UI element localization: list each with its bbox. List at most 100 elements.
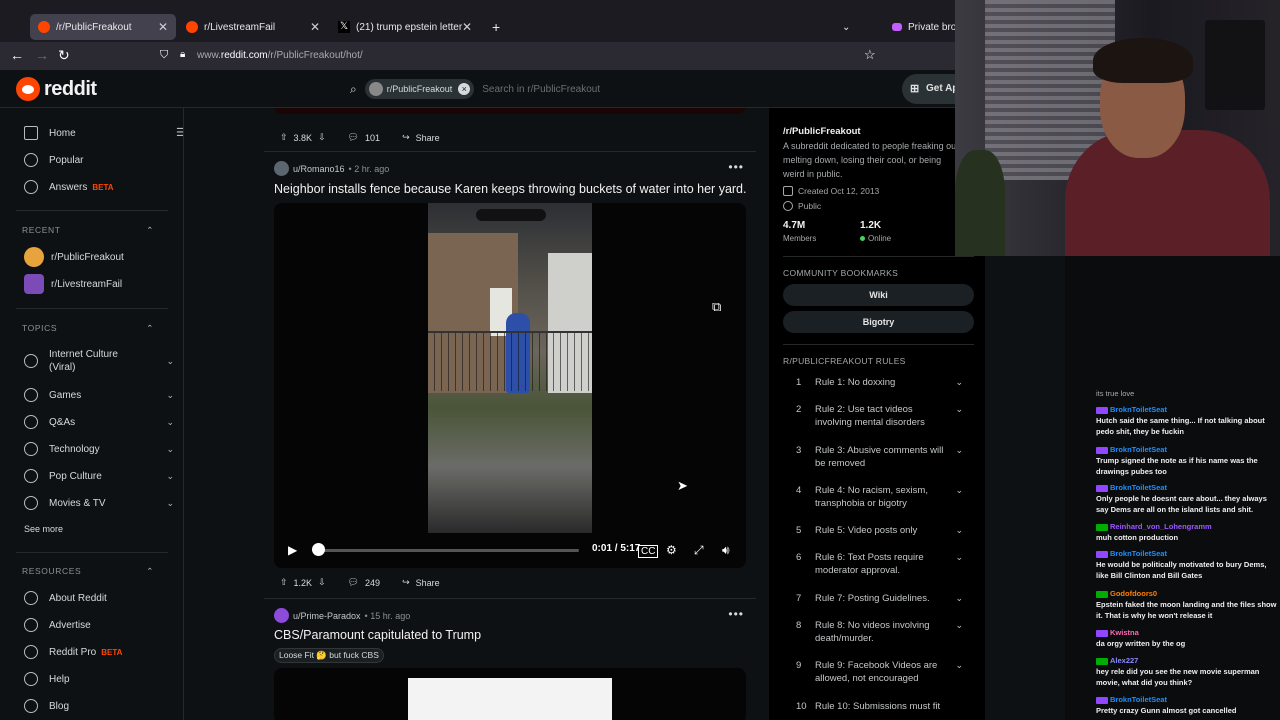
divider <box>16 210 168 211</box>
comment-icon[interactable]: 💬︎ <box>348 577 359 588</box>
sidebar-item-reddit-pro[interactable]: Reddit Pro BETA <box>24 645 174 659</box>
share-button[interactable]: Share <box>416 133 440 143</box>
clear-chip-icon[interactable]: × <box>458 83 471 95</box>
bookmark-wiki-button[interactable]: Wiki <box>783 284 974 306</box>
upvote-icon[interactable]: ⇧ <box>280 132 288 143</box>
sidebar-item-qas[interactable]: Q&As ⌄ <box>24 415 174 429</box>
list-tabs-icon[interactable]: ⌄ <box>834 12 858 42</box>
post-author[interactable]: u/Romano16 <box>293 164 345 174</box>
cake-icon <box>783 186 793 196</box>
post-flair: Loose Fit 🤔 but fuck CBS <box>274 648 384 663</box>
post-card[interactable]: u/Romano16 • 2 hr. ago ••• Neighbor inst… <box>264 156 756 596</box>
post-media[interactable] <box>274 668 746 720</box>
sidebar-item-advertise[interactable]: Advertise <box>24 618 174 632</box>
lock-icon[interactable]: 🔒︎ <box>180 49 185 60</box>
url-field[interactable]: www.reddit.com/r/PublicFreakout/hot/ <box>197 46 897 66</box>
rule-item[interactable]: 7 Rule 7: Posting Guidelines. ⌄ <box>783 592 973 605</box>
video-scrubber-handle[interactable] <box>312 543 325 556</box>
tab-livestreamfail[interactable]: r/LivestreamFail ✕ <box>178 12 328 42</box>
sub-badge-icon <box>1096 550 1108 558</box>
sidebar-item-about-reddit[interactable]: About Reddit <box>24 591 174 605</box>
more-options-icon[interactable]: ••• <box>728 607 744 621</box>
sidebar-item-popular[interactable]: Popular <box>24 153 174 167</box>
post-author[interactable]: u/Prime-Paradox <box>293 611 361 621</box>
chat-message: its true love <box>1096 389 1135 398</box>
downvote-icon[interactable]: ⇩ <box>318 577 326 588</box>
tab-publicfreakout[interactable]: /r/PublicFreakout ✕ <box>30 14 176 40</box>
captions-icon[interactable]: CC <box>638 545 659 558</box>
rule-item[interactable]: 2 Rule 2: Use tact videos involving menta… <box>783 403 973 429</box>
bookmark-star-icon[interactable]: ☆ <box>864 47 876 63</box>
community-name[interactable]: /r/PublicFreakout <box>783 126 861 137</box>
private-mask-icon <box>892 23 902 31</box>
more-options-icon[interactable]: ••• <box>728 160 744 174</box>
settings-gear-icon[interactable]: ⚙ <box>666 543 677 557</box>
sidebar-item-livestreamfail[interactable]: r/LivestreamFail <box>24 274 174 294</box>
video-progress-track[interactable] <box>317 549 579 552</box>
video-player[interactable]: ⧉ ▶ 0:01 / 5:17 CC ⚙ ⤢ 🔊︎ <box>274 203 746 568</box>
play-icon[interactable]: ▶ <box>288 543 297 557</box>
upvote-icon[interactable]: ⇧ <box>280 577 288 588</box>
stream-chat: its true love BroknToiletSeat Hutch said … <box>1065 256 1280 720</box>
plant <box>955 150 1005 256</box>
close-tab-icon[interactable]: ✕ <box>158 20 168 34</box>
tab-x-search[interactable]: 𝕏 (21) trump epstein letter - Sear ✕ <box>330 12 480 42</box>
reload-icon[interactable]: ↻ <box>58 47 70 64</box>
popout-icon[interactable]: ⧉ <box>712 299 721 315</box>
rule-item[interactable]: 8 Rule 8: No videos involving death/murde… <box>783 619 973 645</box>
rule-item[interactable]: 1 Rule 1: No doxxing ⌄ <box>783 376 973 389</box>
post-title[interactable]: CBS/Paramount capitulated to Trump <box>274 628 481 642</box>
rule-item[interactable]: 4 Rule 4: No racism, sexism, transphobia … <box>783 484 973 510</box>
sidebar-item-help[interactable]: Help <box>24 672 174 686</box>
share-icon[interactable]: ↪ <box>402 132 410 143</box>
resources-section-header[interactable]: RESOURCES ⌃ <box>22 566 154 577</box>
reddit-logo[interactable]: reddit <box>16 77 97 101</box>
rule-item[interactable]: 9 Rule 9: Facebook Videos are allowed, no… <box>783 659 973 685</box>
qr-code-icon: ⊞ <box>910 83 920 95</box>
sidebar-item-movies-tv[interactable]: Movies & TV ⌄ <box>24 496 174 510</box>
avatar[interactable] <box>274 608 289 623</box>
post-card[interactable]: u/Prime-Paradox • 15 hr. ago ••• CBS/Par… <box>264 604 756 720</box>
volume-icon[interactable]: 🔊︎ <box>722 543 730 558</box>
back-arrow-icon[interactable]: ← <box>10 47 24 63</box>
subreddit-chip[interactable]: r/PublicFreakout × <box>364 79 475 99</box>
reddit-favicon-icon <box>38 21 50 33</box>
close-tab-icon[interactable]: ✕ <box>310 20 320 34</box>
sidebar-item-internet-culture[interactable]: Internet Culture (Viral) ⌄ <box>24 348 174 374</box>
speaker <box>1205 20 1265 110</box>
bookmark-bigotry-button[interactable]: Bigotry <box>783 311 974 333</box>
downvote-icon[interactable]: ⇩ <box>318 132 326 143</box>
chevron-down-icon: ⌄ <box>166 389 174 400</box>
sidebar-item-technology[interactable]: Technology ⌄ <box>24 442 174 456</box>
avatar[interactable] <box>274 161 289 176</box>
share-icon[interactable]: ↪ <box>402 577 410 588</box>
rule-item[interactable]: 6 Rule 6: Text Posts require moderator ap… <box>783 551 973 577</box>
chat-message: BroknToiletSeat Only people he doesnt car… <box>1096 483 1267 514</box>
share-button[interactable]: Share <box>416 578 440 588</box>
fullscreen-icon[interactable]: ⤢ <box>694 543 704 558</box>
topics-section-header[interactable]: TOPICS ⌃ <box>22 323 154 334</box>
shield-icon[interactable]: ⛉ <box>160 49 168 62</box>
see-more-link[interactable]: See more <box>24 524 174 534</box>
comment-icon[interactable]: 💬︎ <box>348 132 359 143</box>
sidebar-item-answers[interactable]: Answers BETA <box>24 180 174 194</box>
recent-section-header[interactable]: RECENT ⌃ <box>22 225 154 236</box>
chevron-down-icon: ⌄ <box>955 525 963 535</box>
forward-arrow-icon[interactable]: → <box>35 47 49 63</box>
rule-number: 7 <box>796 593 802 604</box>
rule-item[interactable]: 5 Rule 5: Video posts only ⌄ <box>783 524 973 537</box>
search-input[interactable]: Search in r/PublicFreakout <box>482 84 600 95</box>
sidebar-item-pop-culture[interactable]: Pop Culture ⌄ <box>24 469 174 483</box>
search-bar[interactable]: ⌕ r/PublicFreakout × Search in r/PublicF… <box>350 76 890 102</box>
post-title[interactable]: Neighbor installs fence because Karen ke… <box>274 182 747 196</box>
sidebar-item-games[interactable]: Games ⌄ <box>24 388 174 402</box>
sidebar-item-home[interactable]: Home <box>24 126 174 140</box>
close-tab-icon[interactable]: ✕ <box>462 20 472 34</box>
rule-item[interactable]: 3 Rule 3: Abusive comments will be remove… <box>783 444 973 470</box>
new-tab-button[interactable]: + <box>484 12 508 42</box>
sidebar-item-publicfreakout[interactable]: r/PublicFreakout <box>24 247 174 267</box>
collapse-menu-icon[interactable]: ☰ <box>176 126 183 139</box>
sidebar-item-blog[interactable]: Blog <box>24 699 174 713</box>
rule-item[interactable]: 10 Rule 10: Submissions must fit <box>783 700 973 713</box>
sub-badge-icon <box>1096 446 1108 454</box>
